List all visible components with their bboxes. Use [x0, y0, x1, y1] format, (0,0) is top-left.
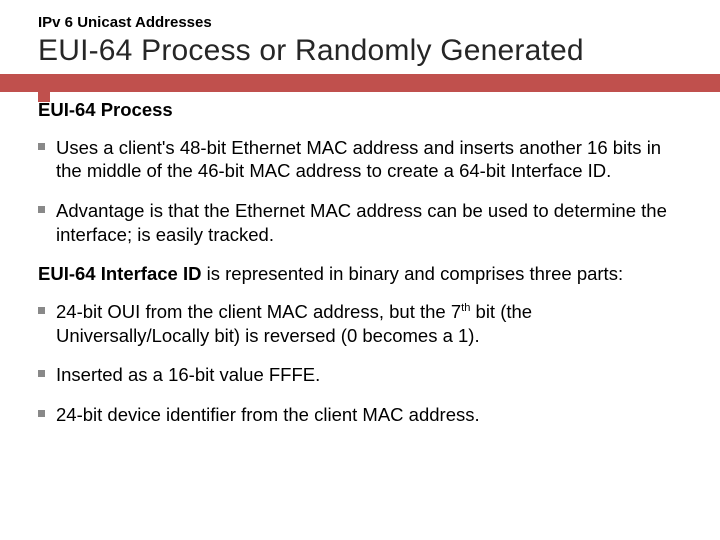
accent-bar	[0, 74, 720, 92]
superscript-th: th	[461, 302, 470, 314]
slide-body: EUI-64 Process Uses a client's 48-bit Et…	[38, 98, 688, 443]
section-heading-eui64-process: EUI-64 Process	[38, 98, 688, 122]
list-item: Uses a client's 48-bit Ethernet MAC addr…	[38, 136, 688, 183]
list-item: Inserted as a 16-bit value FFFE.	[38, 363, 688, 387]
list-item: Advantage is that the Ethernet MAC addre…	[38, 199, 688, 246]
list-item: 24-bit device identifier from the client…	[38, 403, 688, 427]
bullet-list-2: 24-bit OUI from the client MAC address, …	[38, 300, 688, 427]
slide-title: EUI-64 Process or Randomly Generated	[38, 34, 584, 68]
section-intro-rest: is represented in binary and comprises t…	[201, 263, 623, 284]
slide: IPv 6 Unicast Addresses EUI-64 Process o…	[0, 0, 720, 540]
section-intro: EUI-64 Interface ID is represented in bi…	[38, 262, 688, 286]
slide-kicker: IPv 6 Unicast Addresses	[38, 14, 212, 31]
list-item: 24-bit OUI from the client MAC address, …	[38, 300, 688, 347]
bullet-list-1: Uses a client's 48-bit Ethernet MAC addr…	[38, 136, 688, 247]
bullet-text-pre: 24-bit OUI from the client MAC address, …	[56, 301, 461, 322]
section-intro-bold: EUI-64 Interface ID	[38, 263, 201, 284]
